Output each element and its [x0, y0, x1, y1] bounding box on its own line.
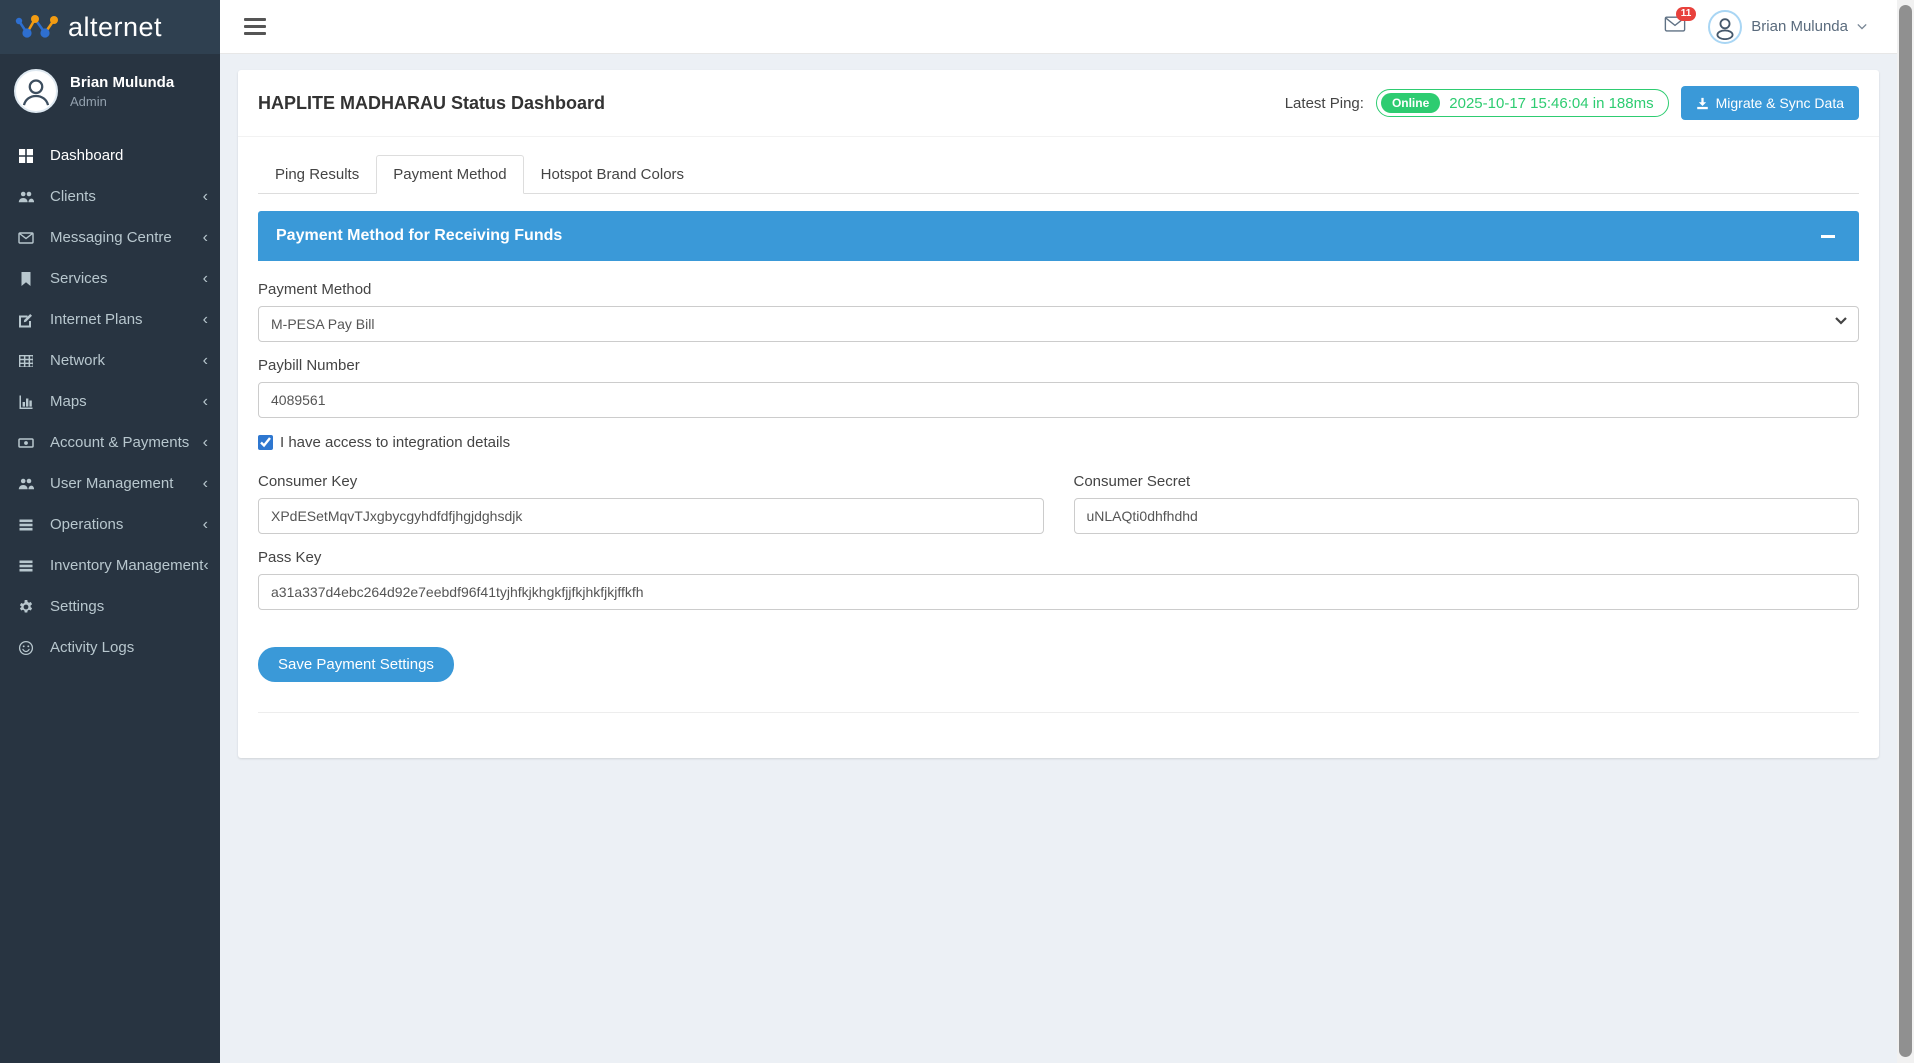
edit-icon: [18, 312, 42, 328]
chevron-left-icon: ‹: [203, 230, 208, 246]
tab-bar: Ping ResultsPayment MethodHotspot Brand …: [258, 155, 1859, 194]
sidebar-item-services[interactable]: Services‹: [0, 258, 220, 299]
avatar: [1708, 10, 1742, 44]
consumer-key-input[interactable]: [258, 498, 1044, 534]
chevron-left-icon: ‹: [203, 394, 208, 410]
collapse-minus-icon[interactable]: [1821, 235, 1835, 238]
chevron-down-icon: [1857, 23, 1867, 30]
list-icon: [18, 558, 42, 574]
users-icon: [18, 476, 42, 492]
panel-title: Payment Method for Receiving Funds: [276, 227, 562, 245]
sidebar-item-maps[interactable]: Maps‹: [0, 381, 220, 422]
dashboard-icon: [18, 148, 42, 164]
integration-details-checkbox[interactable]: [258, 435, 273, 450]
latest-ping-pill: Online 2025-10-17 15:46:04 in 188ms: [1376, 89, 1669, 117]
person-icon: [19, 74, 53, 108]
sidebar: alternet Brian Mulunda Admin Dashboard Cl…: [0, 0, 220, 1063]
chevron-left-icon: ‹: [203, 435, 208, 451]
sidebar-item-clients[interactable]: Clients‹: [0, 176, 220, 217]
gear-icon: [18, 599, 42, 615]
chevron-left-icon: ‹: [203, 312, 208, 328]
brand-name: alternet: [68, 12, 162, 43]
integration-details-label[interactable]: I have access to integration details: [280, 434, 510, 451]
consumer-secret-label: Consumer Secret: [1074, 473, 1860, 490]
sidebar-item-label: Inventory Management: [50, 557, 203, 574]
chevron-left-icon: ‹: [203, 476, 208, 492]
sidebar-item-label: Internet Plans: [50, 311, 203, 328]
money-icon: [18, 435, 42, 451]
chevron-left-icon: ‹: [203, 189, 208, 205]
payment-method-panel: Payment Method for Receiving Funds Payme…: [258, 211, 1859, 713]
tab-hotspot-brand-colors[interactable]: Hotspot Brand Colors: [524, 155, 701, 194]
messages-button[interactable]: 11: [1664, 15, 1686, 38]
sidebar-item-label: Operations: [50, 516, 203, 533]
chevron-left-icon: ‹: [203, 353, 208, 369]
sidebar-item-internet-plans[interactable]: Internet Plans‹: [0, 299, 220, 340]
download-icon: [1696, 97, 1709, 110]
sidebar-item-label: Dashboard: [50, 147, 208, 164]
notification-badge: 11: [1676, 7, 1697, 21]
sidebar-item-label: Clients: [50, 188, 203, 205]
bar-chart-icon: [18, 394, 42, 410]
sidebar-item-user-management[interactable]: User Management‹: [0, 463, 220, 504]
users-icon: [18, 189, 42, 205]
sidebar-item-label: User Management: [50, 475, 203, 492]
person-icon: [1712, 14, 1738, 40]
sidebar-item-operations[interactable]: Operations‹: [0, 504, 220, 545]
sidebar-item-label: Account & Payments: [50, 434, 203, 451]
paybill-number-input[interactable]: [258, 382, 1859, 418]
tab-ping-results[interactable]: Ping Results: [258, 155, 376, 194]
sidebar-user-panel: Brian Mulunda Admin: [0, 54, 220, 125]
sidebar-item-label: Activity Logs: [50, 639, 208, 656]
topbar-user-name: Brian Mulunda: [1751, 18, 1848, 35]
status-dashboard-card: HAPLITE MADHARAU Status Dashboard Latest…: [238, 70, 1879, 758]
sidebar-user-role: Admin: [70, 94, 174, 109]
migrate-sync-button[interactable]: Migrate & Sync Data: [1681, 86, 1859, 120]
chevron-left-icon: ‹: [203, 558, 208, 574]
online-status-badge: Online: [1381, 93, 1440, 113]
brand-molecule-icon: [14, 13, 60, 41]
chevron-left-icon: ‹: [203, 517, 208, 533]
pass-key-label: Pass Key: [258, 549, 1859, 566]
sidebar-item-settings[interactable]: Settings: [0, 586, 220, 627]
sidebar-user-avatar: [14, 69, 58, 113]
sidebar-menu: DashboardClients‹Messaging Centre‹Servic…: [0, 135, 220, 668]
payment-method-select[interactable]: M-PESA Pay Bill: [258, 306, 1859, 342]
topbar: 11 Brian Mulunda: [220, 0, 1897, 54]
pass-key-input[interactable]: [258, 574, 1859, 610]
sidebar-item-label: Messaging Centre: [50, 229, 203, 246]
sidebar-item-activity-logs[interactable]: Activity Logs: [0, 627, 220, 668]
tab-payment-method[interactable]: Payment Method: [376, 155, 523, 194]
page-title: HAPLITE MADHARAU Status Dashboard: [258, 93, 605, 114]
sidebar-toggle-icon[interactable]: [244, 14, 266, 39]
sidebar-item-account-payments[interactable]: Account & Payments‹: [0, 422, 220, 463]
envelope-icon: [18, 230, 42, 246]
sidebar-item-messaging-centre[interactable]: Messaging Centre‹: [0, 217, 220, 258]
sidebar-item-label: Services: [50, 270, 203, 287]
sidebar-item-label: Network: [50, 352, 203, 369]
scrollbar-thumb[interactable]: [1899, 5, 1912, 1057]
list-icon: [18, 517, 42, 533]
consumer-secret-input[interactable]: [1074, 498, 1860, 534]
brand-logo[interactable]: alternet: [0, 0, 220, 54]
latest-ping-text: 2025-10-17 15:46:04 in 188ms: [1449, 95, 1653, 112]
sidebar-item-label: Maps: [50, 393, 203, 410]
sidebar-item-inventory-management[interactable]: Inventory Management‹: [0, 545, 220, 586]
bookmark-icon: [18, 271, 42, 287]
chevron-left-icon: ‹: [203, 271, 208, 287]
main-content: HAPLITE MADHARAU Status Dashboard Latest…: [220, 54, 1897, 1063]
paybill-number-label: Paybill Number: [258, 357, 1859, 374]
latest-ping-label: Latest Ping:: [1285, 95, 1364, 112]
consumer-key-label: Consumer Key: [258, 473, 1044, 490]
sidebar-item-network[interactable]: Network‹: [0, 340, 220, 381]
sidebar-item-label: Settings: [50, 598, 208, 615]
vertical-scrollbar[interactable]: [1897, 0, 1914, 1063]
sidebar-item-dashboard[interactable]: Dashboard: [0, 135, 220, 176]
user-menu[interactable]: Brian Mulunda: [1708, 10, 1867, 44]
save-payment-settings-button[interactable]: Save Payment Settings: [258, 647, 454, 682]
sidebar-user-name: Brian Mulunda: [70, 74, 174, 91]
payment-method-label: Payment Method: [258, 281, 1859, 298]
table-icon: [18, 353, 42, 369]
smiley-icon: [18, 640, 42, 656]
